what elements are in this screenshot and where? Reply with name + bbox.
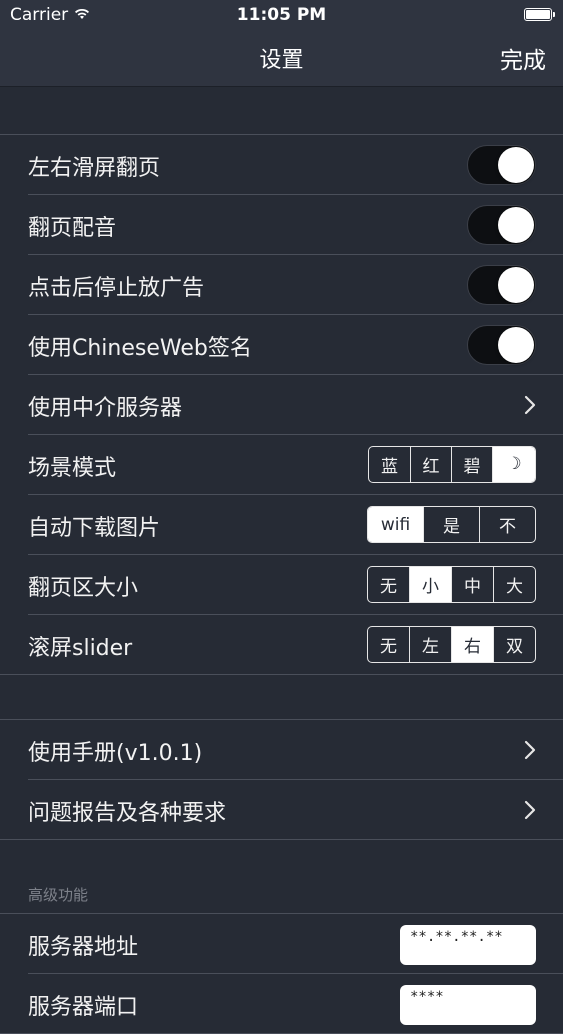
toggle-row-swipe-page: 左右滑屏翻页 (28, 135, 563, 195)
server-port-label: 服务器端口 (28, 995, 139, 1020)
page-zone-size-segmented-control: 无 小 中 大 (367, 566, 536, 603)
scene-mode-label: 场景模式 (28, 456, 117, 481)
page-sound-switch[interactable] (467, 205, 536, 245)
status-bar: Carrier 11:05 PM (0, 0, 563, 30)
scroll-slider-label: 滚屏slider (28, 636, 133, 661)
auto-download-segmented-control: wifi 是 不 (367, 506, 536, 543)
download-option-yes[interactable]: 是 (423, 507, 479, 542)
advanced-group: 服务器地址 **.**.**.** 服务器端口 **** (0, 913, 563, 1034)
page-zone-size-row: 翻页区大小 无 小 中 大 (28, 555, 563, 615)
auto-download-images-row: 自动下载图片 wifi 是 不 (28, 495, 563, 555)
scene-option-night-moon-icon[interactable]: ☽ (492, 447, 535, 482)
scene-option-blue[interactable]: 蓝 (369, 447, 410, 482)
signature-switch[interactable] (467, 325, 536, 365)
manual-label: 使用手册(v1.0.1) (28, 741, 203, 766)
report-issue-label: 问题报告及各种要求 (28, 801, 227, 826)
auto-download-images-label: 自动下载图片 (28, 516, 161, 541)
switch-knob (498, 207, 534, 243)
settings-group: 左右滑屏翻页 翻页配音 点击后停止放广告 使用ChineseWeb签名 使用中介… (0, 134, 563, 675)
chevron-right-icon (524, 740, 536, 760)
server-address-label: 服务器地址 (28, 935, 139, 960)
page-title: 设置 (259, 48, 304, 73)
page-zone-size-label: 翻页区大小 (28, 576, 139, 601)
toggle-row-signature: 使用ChineseWeb签名 (28, 315, 563, 375)
slider-option-right[interactable]: 右 (451, 627, 493, 662)
chevron-right-icon (524, 395, 536, 415)
battery-icon (524, 8, 555, 21)
scroll-slider-row: 滚屏slider 无 左 右 双 (28, 615, 563, 674)
advanced-section-header: 高级功能 (28, 886, 89, 904)
server-address-row: 服务器地址 **.**.**.** (28, 914, 563, 974)
page-sound-label: 翻页配音 (28, 216, 117, 241)
report-issue-row[interactable]: 问题报告及各种要求 (28, 780, 563, 839)
scene-mode-row: 场景模式 蓝 红 碧 ☽ (28, 435, 563, 495)
stop-ads-label: 点击后停止放广告 (28, 276, 205, 301)
swipe-page-label: 左右滑屏翻页 (28, 156, 161, 181)
scene-option-jade[interactable]: 碧 (451, 447, 492, 482)
scene-option-red[interactable]: 红 (410, 447, 451, 482)
switch-knob (498, 147, 534, 183)
manual-row[interactable]: 使用手册(v1.0.1) (28, 720, 563, 780)
switch-knob (498, 327, 534, 363)
stop-ads-switch[interactable] (467, 265, 536, 305)
navigation-bar: 设置 完成 (0, 30, 563, 87)
done-button[interactable]: 完成 (500, 41, 546, 75)
proxy-server-row[interactable]: 使用中介服务器 (28, 375, 563, 435)
server-address-field[interactable]: **.**.**.** (400, 925, 536, 965)
zone-option-medium[interactable]: 中 (451, 567, 493, 602)
help-group: 使用手册(v1.0.1) 问题报告及各种要求 (0, 719, 563, 840)
toggle-row-stop-ads: 点击后停止放广告 (28, 255, 563, 315)
slider-option-none[interactable]: 无 (368, 627, 409, 662)
scroll-slider-segmented-control: 无 左 右 双 (367, 626, 536, 663)
toggle-row-page-sound: 翻页配音 (28, 195, 563, 255)
server-port-field[interactable]: **** (400, 985, 536, 1025)
slider-option-both[interactable]: 双 (493, 627, 535, 662)
download-option-wifi[interactable]: wifi (368, 507, 423, 542)
swipe-page-switch[interactable] (467, 145, 536, 185)
download-option-no[interactable]: 不 (479, 507, 535, 542)
signature-label: 使用ChineseWeb签名 (28, 336, 252, 361)
status-time: 11:05 PM (236, 5, 327, 25)
proxy-server-label: 使用中介服务器 (28, 396, 183, 421)
scene-mode-segmented-control: 蓝 红 碧 ☽ (368, 446, 536, 483)
zone-option-none[interactable]: 无 (368, 567, 409, 602)
slider-option-left[interactable]: 左 (409, 627, 451, 662)
server-port-row: 服务器端口 **** (28, 974, 563, 1033)
chevron-right-icon (524, 800, 536, 820)
zone-option-large[interactable]: 大 (493, 567, 535, 602)
switch-knob (498, 267, 534, 303)
zone-option-small[interactable]: 小 (409, 567, 451, 602)
